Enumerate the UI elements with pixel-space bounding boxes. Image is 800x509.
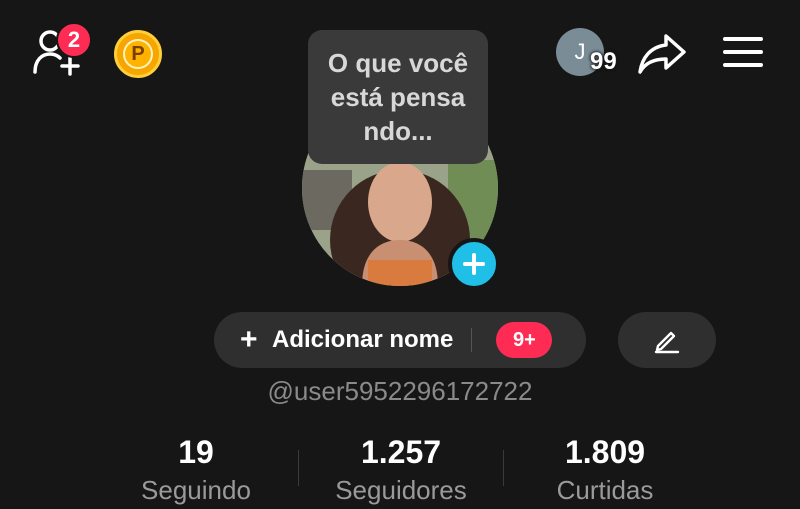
following-stat[interactable]: 19 Seguindo — [120, 432, 272, 508]
add-photo-button[interactable] — [448, 238, 500, 290]
edit-profile-button[interactable] — [618, 312, 716, 368]
plus-icon — [463, 253, 485, 275]
following-count: 19 — [178, 434, 214, 470]
username: @user5952296172722 — [267, 376, 533, 406]
pencil-icon — [654, 331, 680, 354]
thought-bubble-text: O que você está pensa ndo... — [327, 48, 469, 146]
pill-divider — [471, 328, 473, 352]
account-count: 99 — [590, 48, 617, 75]
followers-stat[interactable]: 1.257 Seguidores — [318, 432, 484, 508]
coin-button[interactable]: P — [114, 30, 162, 78]
likes-label: Curtidas — [556, 475, 654, 505]
stat-divider — [298, 450, 299, 486]
add-name-button[interactable]: + Adicionar nome 9+ — [214, 312, 586, 368]
share-icon — [638, 34, 686, 74]
add-name-label: Adicionar nome — [272, 326, 454, 353]
status-thought-bubble[interactable]: O que você está pensa ndo... — [308, 30, 488, 164]
add-friends-button[interactable]: 2 — [28, 22, 92, 80]
menu-button[interactable] — [722, 36, 764, 73]
add-name-plus: + — [240, 323, 258, 356]
likes-count: 1.809 — [564, 434, 646, 470]
stat-divider — [503, 450, 504, 486]
friend-requests-badge: 2 — [56, 22, 92, 58]
coin-icon: P — [123, 39, 153, 69]
account-switcher[interactable]: J 99 — [556, 28, 626, 78]
inbox-badge[interactable]: 9+ — [496, 322, 553, 358]
followers-count: 1.257 — [360, 434, 442, 470]
share-button[interactable] — [636, 32, 688, 81]
profile-page: 2 P J 99 O que você está pensa ndo... + … — [0, 0, 800, 509]
hamburger-menu-icon — [723, 37, 763, 67]
likes-stat[interactable]: 1.809 Curtidas — [530, 432, 680, 508]
followers-label: Seguidores — [335, 475, 467, 505]
following-label: Seguindo — [141, 475, 251, 505]
